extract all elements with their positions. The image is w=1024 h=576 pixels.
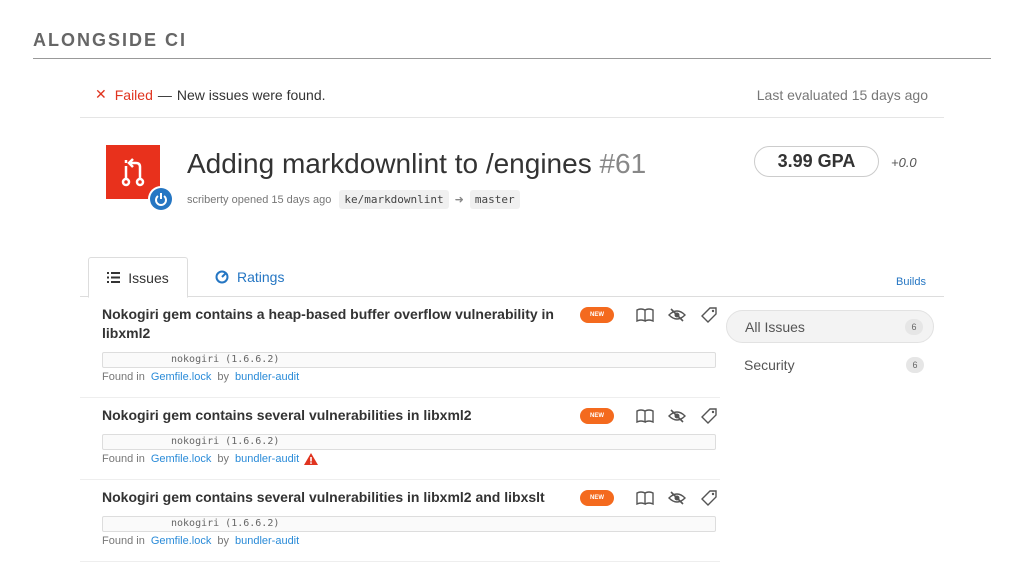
file-link[interactable]: Gemfile.lock <box>151 535 212 547</box>
tab-ratings[interactable]: Ratings <box>215 257 284 297</box>
new-badge: NEW <box>580 490 614 506</box>
found-in-label: Found in <box>102 535 145 547</box>
slide-title: ALONGSIDE CI <box>33 30 188 50</box>
book-icon[interactable] <box>634 407 656 425</box>
file-link[interactable]: Gemfile.lock <box>151 371 212 383</box>
issue-item: Nokogiri gem contains several vulnerabil… <box>80 480 720 562</box>
found-in: Found in Gemfile.lock by bundler-audit <box>102 453 716 479</box>
slide-divider <box>33 58 991 59</box>
source-branch: ke/markdownlint <box>339 190 449 209</box>
category-sidebar: All Issues 6 Security 6 <box>726 310 934 386</box>
found-in-label: Found in <box>102 453 145 465</box>
sidebar-item-security[interactable]: Security 6 <box>726 348 934 381</box>
tag-icon[interactable] <box>698 489 720 507</box>
book-icon[interactable] <box>634 489 656 507</box>
status-dash: — <box>157 86 172 103</box>
pr-title: Adding markdownlint to /engines #61 <box>187 148 646 180</box>
gpa-badge: 3.99 GPA <box>754 146 879 177</box>
found-in: Found in Gemfile.lock by bundler-audit <box>102 535 716 561</box>
found-in: Found in Gemfile.lock by bundler-audit <box>102 371 716 397</box>
issue-count-badge: 6 <box>906 356 924 373</box>
new-badge: NEW <box>580 307 614 323</box>
pr-opener: scriberty opened 15 days ago <box>187 193 332 206</box>
engine-link[interactable]: bundler-audit <box>235 453 299 465</box>
tab-issues[interactable]: Issues <box>88 257 188 298</box>
issue-item: Nokogiri gem contains a heap-based buffe… <box>80 297 720 398</box>
issue-list: Nokogiri gem contains a heap-based buffe… <box>80 297 720 562</box>
pr-title-text: Adding markdownlint to /engines <box>187 148 592 179</box>
power-icon <box>148 186 174 212</box>
status-bar: ✕ Failed — New issues were found. Last e… <box>80 72 944 118</box>
warning-icon <box>304 453 319 465</box>
pr-meta: scriberty opened 15 days ago ke/markdown… <box>187 190 520 209</box>
issue-count-badge: 6 <box>905 318 923 335</box>
last-evaluated: Last evaluated 15 days ago <box>756 86 928 103</box>
by-label: by <box>217 535 229 547</box>
issue-actions: NEW <box>580 306 720 324</box>
eye-slash-icon[interactable] <box>666 407 688 425</box>
code-snippet: nokogiri (1.6.6.2) <box>102 516 716 532</box>
book-icon[interactable] <box>634 306 656 324</box>
tab-bar: Issues Ratings Builds <box>80 257 944 298</box>
builds-link[interactable]: Builds <box>896 276 926 288</box>
tab-ratings-label: Ratings <box>237 269 285 285</box>
engine-link[interactable]: bundler-audit <box>235 535 299 547</box>
status-failed-label: Failed <box>114 86 153 103</box>
list-icon <box>107 272 121 283</box>
eye-slash-icon[interactable] <box>666 489 688 507</box>
sidebar-item-label: Security <box>744 356 795 373</box>
gpa-delta: +0.0 <box>891 155 917 170</box>
by-label: by <box>217 453 229 465</box>
sidebar-item-all-issues[interactable]: All Issues 6 <box>726 310 934 343</box>
issue-title[interactable]: Nokogiri gem contains several vulnerabil… <box>102 488 567 507</box>
arrow-right-icon: ➜ <box>454 194 464 206</box>
found-in-label: Found in <box>102 371 145 383</box>
engine-link[interactable]: bundler-audit <box>235 371 299 383</box>
sidebar-item-label: All Issues <box>745 318 805 335</box>
target-branch: master <box>469 190 520 209</box>
eye-slash-icon[interactable] <box>666 306 688 324</box>
file-link[interactable]: Gemfile.lock <box>151 453 212 465</box>
tab-issues-label: Issues <box>128 269 169 286</box>
issue-actions: NEW <box>580 489 720 507</box>
issue-actions: NEW <box>580 407 720 425</box>
pr-number: #61 <box>599 148 647 179</box>
x-icon: ✕ <box>95 86 107 102</box>
new-badge: NEW <box>580 408 614 424</box>
by-label: by <box>217 371 229 383</box>
tag-icon[interactable] <box>698 306 720 324</box>
status-message: New issues were found. <box>176 86 326 103</box>
code-snippet: nokogiri (1.6.6.2) <box>102 352 716 368</box>
gauge-icon <box>215 270 229 284</box>
tag-icon[interactable] <box>698 407 720 425</box>
issue-title[interactable]: Nokogiri gem contains a heap-based buffe… <box>102 305 567 343</box>
code-snippet: nokogiri (1.6.6.2) <box>102 434 716 450</box>
issue-title[interactable]: Nokogiri gem contains several vulnerabil… <box>102 406 567 425</box>
issue-item: Nokogiri gem contains several vulnerabil… <box>80 398 720 480</box>
